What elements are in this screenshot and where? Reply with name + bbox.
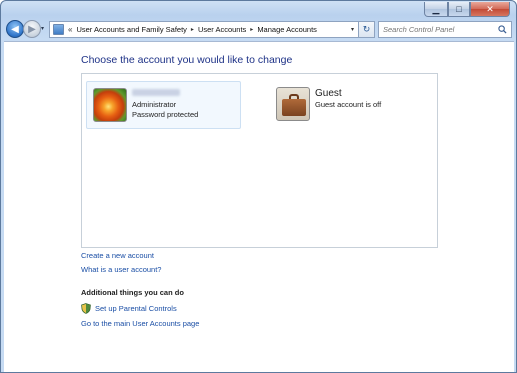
control-panel-icon	[53, 24, 64, 35]
search-input[interactable]	[383, 25, 495, 34]
refresh-button[interactable]: ↻	[358, 21, 375, 38]
page-title: Choose the account you would like to cha…	[81, 54, 293, 66]
breadcrumb-user-accounts-family-safety[interactable]: User Accounts and Family Safety	[76, 25, 186, 34]
minimize-button[interactable]: ▁	[424, 2, 448, 17]
main-user-accounts-page-link[interactable]: Go to the main User Accounts page	[81, 319, 199, 328]
account-tile-administrator[interactable]: Administrator Password protected	[86, 81, 241, 129]
forward-button[interactable]: ▶	[23, 20, 41, 38]
flower-avatar-icon	[93, 88, 127, 122]
caption-buttons: ▁ □ ✕	[424, 2, 510, 17]
what-is-user-account-link[interactable]: What is a user account?	[81, 265, 161, 274]
content-area: Choose the account you would like to cha…	[4, 41, 514, 372]
account-password-status: Password protected	[132, 110, 199, 119]
search-icon[interactable]	[498, 25, 507, 34]
maximize-button[interactable]: □	[448, 2, 470, 17]
breadcrumb-overflow[interactable]: «	[68, 25, 72, 34]
address-bar[interactable]: « User Accounts and Family Safety ▸ User…	[49, 21, 359, 38]
parental-controls-shield-icon	[81, 303, 91, 314]
search-box[interactable]	[378, 21, 512, 38]
breadcrumb-user-accounts[interactable]: User Accounts	[198, 25, 246, 34]
account-name-guest: Guest	[315, 88, 342, 99]
close-button[interactable]: ✕	[470, 2, 510, 17]
breadcrumb-separator-arrow-icon[interactable]: ▸	[250, 26, 253, 33]
back-button[interactable]: ◀	[6, 20, 24, 38]
redacted-account-name	[132, 89, 180, 96]
additional-things-heading: Additional things you can do	[81, 288, 184, 297]
create-new-account-link[interactable]: Create a new account	[81, 251, 154, 260]
breadcrumb-separator-arrow-icon[interactable]: ▸	[191, 26, 194, 33]
recent-pages-dropdown[interactable]: ▾	[41, 25, 44, 32]
account-tile-guest[interactable]: Guest Guest account is off	[270, 81, 430, 129]
guest-account-status: Guest account is off	[315, 100, 382, 109]
briefcase-avatar-icon	[276, 87, 310, 121]
navigation-bar: ◀ ▶ ▾ « User Accounts and Family Safety …	[1, 19, 516, 40]
set-up-parental-controls-link[interactable]: Set up Parental Controls	[95, 304, 177, 313]
control-panel-window: ▁ □ ✕ ◀ ▶ ▾ « User Accounts and Family S…	[0, 0, 517, 373]
breadcrumb-manage-accounts[interactable]: Manage Accounts	[257, 25, 317, 34]
address-dropdown-icon[interactable]: ▾	[351, 26, 354, 33]
account-type-label: Administrator	[132, 100, 177, 109]
accounts-list: Administrator Password protected Guest G…	[81, 73, 438, 248]
